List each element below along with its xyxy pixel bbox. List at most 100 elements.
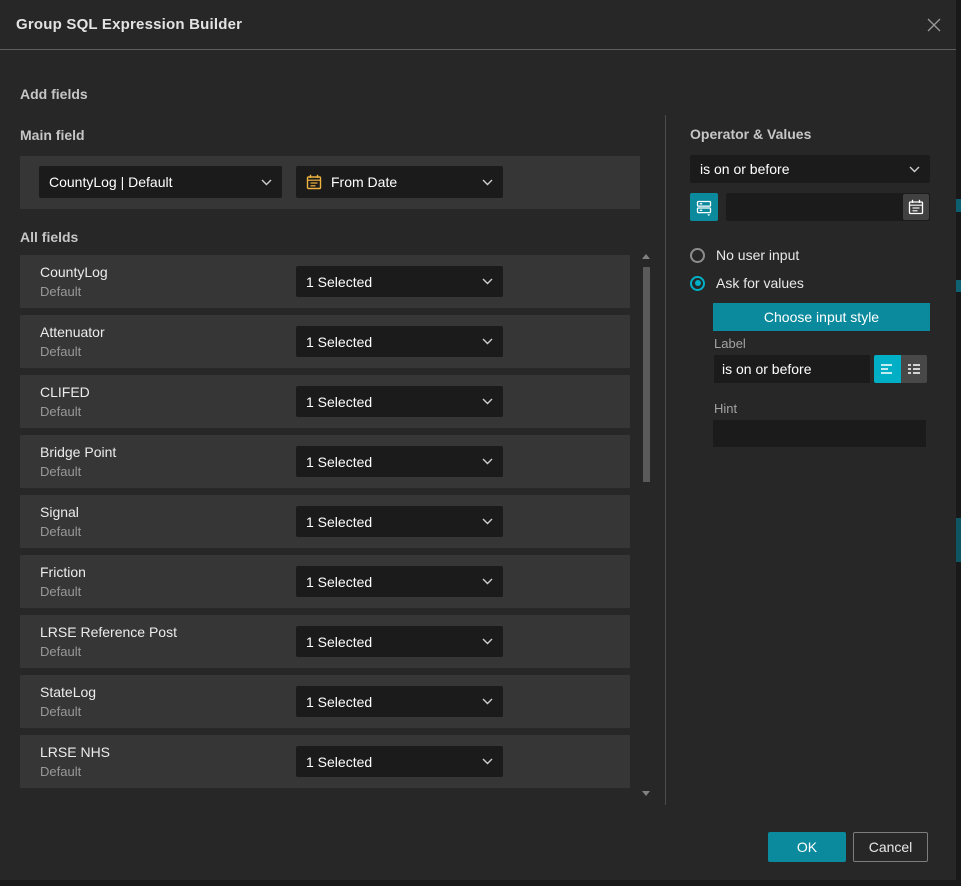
chevron-down-icon <box>482 338 493 345</box>
scrollbar-down-arrow-icon[interactable] <box>642 791 650 796</box>
hint-input[interactable] <box>713 420 926 447</box>
radio-off-icon <box>690 248 705 263</box>
operator-values-heading: Operator & Values <box>690 126 930 142</box>
field-selected-dropdown[interactable]: 1 Selected <box>296 266 503 297</box>
field-row: Signal Default 1 Selected <box>20 495 630 548</box>
field-name: Attenuator <box>40 324 105 340</box>
field-selected-value: 1 Selected <box>306 274 482 290</box>
chevron-down-icon <box>482 458 493 465</box>
chevron-down-icon <box>261 179 272 186</box>
main-layer-dropdown-value: CountyLog | Default <box>49 174 261 190</box>
field-selected-value: 1 Selected <box>306 574 482 590</box>
field-selected-dropdown[interactable]: 1 Selected <box>296 386 503 417</box>
field-selected-dropdown[interactable]: 1 Selected <box>296 746 503 777</box>
scrollbar-up-arrow-icon[interactable] <box>642 254 650 259</box>
field-name: Friction <box>40 564 86 580</box>
label-style-segmented-control <box>874 355 927 383</box>
field-selected-value: 1 Selected <box>306 334 482 350</box>
field-subtitle: Default <box>40 464 81 479</box>
field-selected-value: 1 Selected <box>306 394 482 410</box>
field-row: Bridge Point Default 1 Selected <box>20 435 630 488</box>
field-subtitle: Default <box>40 644 81 659</box>
field-selected-dropdown[interactable]: 1 Selected <box>296 326 503 357</box>
chevron-down-icon <box>482 638 493 645</box>
group-sql-expression-builder-dialog: Group SQL Expression Builder Add fields … <box>0 0 956 880</box>
dialog-title: Group SQL Expression Builder <box>16 16 242 33</box>
all-fields-label: All fields <box>20 229 78 245</box>
calendar-picker-icon <box>908 199 924 215</box>
field-name: CLIFED <box>40 384 90 400</box>
radio-no-user-input-label: No user input <box>716 247 799 263</box>
chevron-down-icon <box>482 518 493 525</box>
main-field-label: Main field <box>20 127 85 143</box>
align-left-icon <box>880 363 894 375</box>
ok-button[interactable]: OK <box>768 832 846 862</box>
close-icon[interactable] <box>922 13 946 37</box>
field-subtitle: Default <box>40 524 81 539</box>
chevron-down-icon <box>482 578 493 585</box>
unique-values-button[interactable] <box>690 193 718 221</box>
text-input-style-button[interactable] <box>874 355 901 383</box>
main-date-field-dropdown-value: From Date <box>331 174 482 190</box>
radio-on-icon <box>690 276 705 291</box>
field-selected-dropdown[interactable]: 1 Selected <box>296 626 503 657</box>
main-field-band: CountyLog | Default From Date <box>20 156 640 209</box>
field-selected-dropdown[interactable]: 1 Selected <box>296 446 503 477</box>
vertical-divider <box>665 115 666 805</box>
field-subtitle: Default <box>40 404 81 419</box>
chevron-down-icon <box>482 179 493 186</box>
list-scrollbar <box>642 252 651 798</box>
radio-no-user-input[interactable]: No user input <box>690 246 799 264</box>
field-selected-value: 1 Selected <box>306 634 482 650</box>
field-selected-value: 1 Selected <box>306 694 482 710</box>
operator-dropdown[interactable]: is on or before <box>690 155 930 183</box>
scrollbar-thumb[interactable] <box>643 267 650 482</box>
choose-input-style-button[interactable]: Choose input style <box>713 303 930 331</box>
value-input[interactable] <box>726 193 930 221</box>
chevron-down-icon <box>482 278 493 285</box>
chevron-down-icon <box>482 698 493 705</box>
chevron-down-icon <box>482 398 493 405</box>
operator-dropdown-value: is on or before <box>700 161 909 177</box>
field-selected-dropdown[interactable]: 1 Selected <box>296 506 503 537</box>
background-app-sliver-bottom <box>0 880 956 886</box>
field-name: Bridge Point <box>40 444 116 460</box>
field-row: LRSE NHS Default 1 Selected <box>20 735 630 788</box>
all-fields-list: CountyLog Default 1 Selected Attenuator … <box>20 255 630 795</box>
field-name: LRSE NHS <box>40 744 110 760</box>
field-row: StateLog Default 1 Selected <box>20 675 630 728</box>
radio-ask-for-values-label: Ask for values <box>716 275 804 291</box>
field-name: StateLog <box>40 684 96 700</box>
field-selected-value: 1 Selected <box>306 454 482 470</box>
calendar-icon <box>306 174 322 190</box>
field-name: Signal <box>40 504 79 520</box>
field-selected-dropdown[interactable]: 1 Selected <box>296 566 503 597</box>
date-picker-button[interactable] <box>903 194 929 220</box>
field-name: LRSE Reference Post <box>40 624 177 640</box>
field-selected-dropdown[interactable]: 1 Selected <box>296 686 503 717</box>
field-row: CountyLog Default 1 Selected <box>20 255 630 308</box>
list-input-style-button[interactable] <box>901 355 928 383</box>
radio-ask-for-values[interactable]: Ask for values <box>690 274 804 292</box>
field-subtitle: Default <box>40 344 81 359</box>
field-row: CLIFED Default 1 Selected <box>20 375 630 428</box>
field-subtitle: Default <box>40 704 81 719</box>
label-input[interactable] <box>714 355 870 383</box>
list-icon <box>907 363 921 375</box>
field-row: Friction Default 1 Selected <box>20 555 630 608</box>
field-subtitle: Default <box>40 764 81 779</box>
field-name: CountyLog <box>40 264 108 280</box>
main-date-field-dropdown[interactable]: From Date <box>296 166 503 198</box>
main-layer-dropdown[interactable]: CountyLog | Default <box>39 166 282 198</box>
field-selected-value: 1 Selected <box>306 754 482 770</box>
dialog-titlebar: Group SQL Expression Builder <box>0 0 956 50</box>
label-field-label: Label <box>714 336 746 351</box>
cancel-button[interactable]: Cancel <box>853 832 928 862</box>
field-subtitle: Default <box>40 284 81 299</box>
field-row: LRSE Reference Post Default 1 Selected <box>20 615 630 668</box>
chevron-down-icon <box>482 758 493 765</box>
field-subtitle: Default <box>40 584 81 599</box>
chevron-down-icon <box>909 166 920 173</box>
unique-values-icon <box>695 198 713 216</box>
operator-values-panel: Operator & Values is on or before <box>690 120 930 136</box>
